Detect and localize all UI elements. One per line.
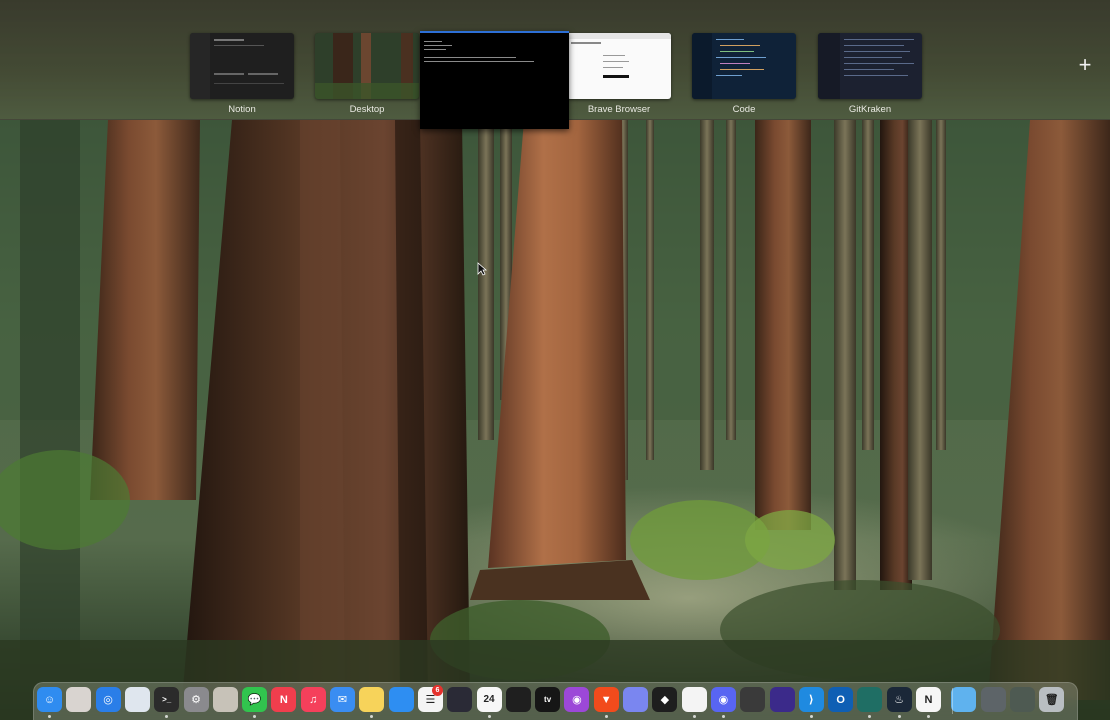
- space-desktop[interactable]: Desktop: [315, 33, 419, 115]
- running-indicator: [487, 715, 491, 718]
- running-indicator: [692, 715, 696, 718]
- add-space-button[interactable]: +: [1074, 54, 1096, 76]
- terminal-line: [424, 61, 534, 62]
- outlook-icon[interactable]: O: [828, 687, 854, 712]
- podcasts-icon[interactable]: ◉: [564, 687, 590, 712]
- terminal-line: [424, 57, 516, 58]
- dock-separator: [952, 688, 953, 714]
- window-stack-icon[interactable]: [980, 687, 1006, 712]
- space-label: Notion: [228, 104, 256, 115]
- gitkraken-icon[interactable]: [857, 687, 883, 712]
- gitkraken-window-thumbnail: [818, 33, 922, 99]
- space-terminal-active[interactable]: [420, 31, 569, 129]
- app-store-icon[interactable]: [388, 687, 414, 712]
- notes-icon[interactable]: [359, 687, 385, 712]
- running-indicator: [604, 715, 608, 718]
- trash-icon[interactable]: 🗑: [1039, 687, 1065, 712]
- wallet-icon[interactable]: [447, 687, 473, 712]
- figma-icon[interactable]: ◆: [652, 687, 678, 712]
- space-notion[interactable]: Notion: [190, 33, 294, 115]
- slack-icon[interactable]: [681, 687, 707, 712]
- terminal-line: [424, 41, 442, 42]
- brave-icon[interactable]: ▼: [593, 687, 619, 712]
- settings-gear-icon[interactable]: ⚙: [183, 687, 209, 712]
- screenshot-icon[interactable]: [505, 687, 531, 712]
- chatgpt-icon[interactable]: [623, 687, 648, 712]
- safari-icon[interactable]: ◎: [95, 687, 121, 712]
- mail-icon[interactable]: ✉: [330, 687, 355, 712]
- space-label: GitKraken: [848, 104, 892, 115]
- running-indicator: [721, 715, 725, 718]
- mouse-cursor-icon: [477, 262, 487, 276]
- vscode-icon[interactable]: ⟩: [798, 687, 824, 712]
- messages-icon[interactable]: 💬: [242, 687, 268, 712]
- running-indicator: [897, 715, 901, 718]
- space-brave-browser[interactable]: Brave Browser: [567, 33, 671, 115]
- reminders-badge: 6: [432, 685, 443, 696]
- notion-icon[interactable]: N: [916, 687, 941, 712]
- circle-app-icon[interactable]: [769, 687, 795, 712]
- preview-icon[interactable]: [124, 687, 150, 712]
- news-icon[interactable]: N: [271, 687, 297, 712]
- discord-icon[interactable]: ◉: [710, 687, 736, 712]
- finder-icon[interactable]: ☺: [37, 687, 62, 712]
- apple-tv-icon[interactable]: tv: [535, 687, 561, 712]
- documents-stack-icon[interactable]: [1009, 687, 1035, 712]
- vscode-window-thumbnail: [692, 33, 796, 99]
- steam-icon[interactable]: ♨: [886, 687, 912, 712]
- desktop-thumbnail: [315, 33, 419, 99]
- simulator-icon[interactable]: [740, 687, 766, 712]
- launchpad-icon[interactable]: [66, 687, 92, 712]
- brave-window-thumbnail: [567, 33, 671, 99]
- notion-window-thumbnail: [190, 33, 294, 99]
- space-label: Brave Browser: [587, 104, 651, 115]
- maps-icon[interactable]: [212, 687, 238, 712]
- downloads-folder-icon[interactable]: [951, 687, 977, 712]
- terminal-icon[interactable]: >_: [154, 687, 180, 712]
- running-indicator: [809, 715, 813, 718]
- space-code[interactable]: Code: [692, 33, 796, 115]
- space-label: Code: [732, 104, 756, 115]
- running-indicator: [927, 715, 930, 718]
- music-icon[interactable]: ♫: [300, 687, 326, 712]
- space-label: Desktop: [349, 104, 385, 115]
- calendar-icon[interactable]: 24: [476, 687, 502, 712]
- space-gitkraken[interactable]: GitKraken: [818, 33, 922, 115]
- terminal-line: [424, 45, 452, 46]
- running-indicator: [48, 715, 51, 718]
- terminal-line: [424, 49, 446, 50]
